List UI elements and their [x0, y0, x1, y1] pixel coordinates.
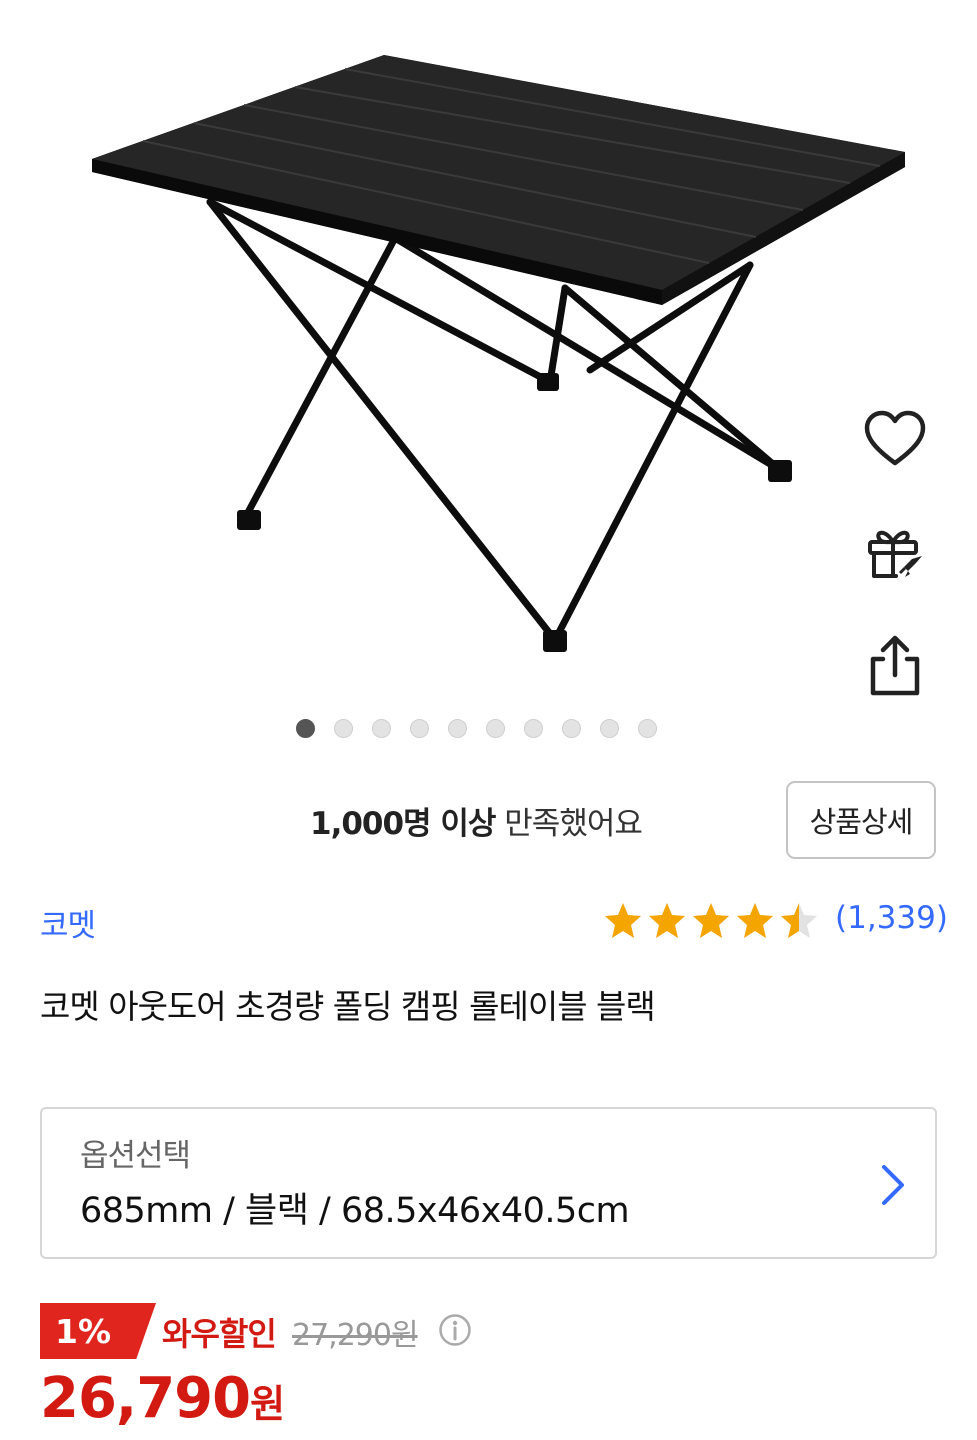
brand-link[interactable]: 코멧 — [40, 900, 96, 945]
option-value: 685mm / 블랙 / 68.5x46x40.5cm — [80, 1191, 630, 1231]
discount-badge: 1% — [40, 1303, 156, 1359]
share-button[interactable] — [860, 630, 930, 700]
star-icon — [605, 903, 641, 938]
star-icon — [737, 903, 773, 938]
gallery-dot[interactable] — [372, 718, 391, 738]
gallery-dot[interactable] — [410, 718, 429, 738]
heart-icon — [864, 410, 926, 466]
satisfaction-label: 만족했어요 — [504, 806, 643, 842]
review-count[interactable]: (1,339) — [835, 900, 948, 936]
gallery-pagination[interactable] — [296, 714, 657, 742]
gallery-dot[interactable] — [524, 718, 543, 738]
star-icon — [693, 903, 729, 938]
gallery-dot[interactable] — [334, 718, 353, 738]
satisfaction-text: 1,000명 이상 만족했어요 — [310, 798, 643, 843]
gallery-dot[interactable] — [296, 718, 315, 738]
product-detail-button[interactable]: 상품상세 — [786, 781, 936, 859]
rocket-icon — [899, 556, 922, 577]
gift-button[interactable] — [860, 518, 930, 588]
chevron-right-icon[interactable] — [876, 1163, 910, 1207]
star-icon — [649, 903, 685, 938]
table-feet — [237, 373, 792, 652]
table-top — [92, 55, 905, 305]
gallery-dot[interactable] — [600, 718, 619, 738]
star-icon — [781, 903, 817, 938]
gallery-dot[interactable] — [638, 718, 657, 738]
product-image[interactable] — [60, 40, 930, 680]
sale-price-amount: 26,790 — [40, 1366, 251, 1431]
product-title: 코멧 아웃도어 초경량 폴딩 캠핑 롤테이블 블랙 — [40, 987, 656, 1026]
option-label: 옵션선택 — [80, 1138, 191, 1174]
sale-price: 26,790원 — [40, 1366, 285, 1431]
wishlist-button[interactable] — [860, 404, 930, 474]
info-icon[interactable] — [438, 1313, 472, 1347]
share-icon — [870, 635, 920, 696]
currency-unit: 원 — [250, 1382, 286, 1426]
wow-discount-label: 와우할인 — [162, 1315, 277, 1353]
original-price: 27,290원 — [292, 1318, 419, 1353]
rating-stars[interactable] — [603, 901, 819, 941]
satisfaction-count: 1,000명 이상 — [310, 806, 496, 842]
gallery-dot[interactable] — [562, 718, 581, 738]
gift-icon — [868, 530, 922, 578]
gallery-dot[interactable] — [448, 718, 467, 738]
gallery-dot[interactable] — [486, 718, 505, 738]
